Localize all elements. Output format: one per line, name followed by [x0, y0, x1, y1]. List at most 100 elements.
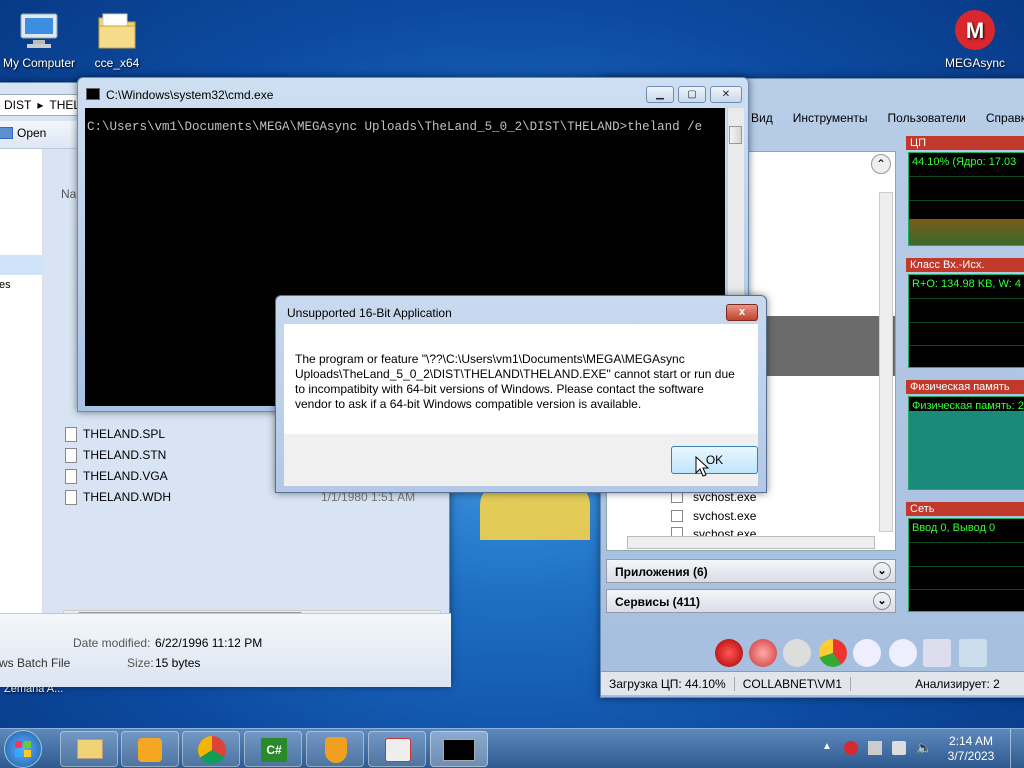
tools-icon[interactable] [783, 639, 811, 667]
close-button[interactable]: x [726, 304, 758, 321]
monitor-icon[interactable] [892, 741, 906, 755]
graphs-panel: ЦП 44.10% (Ядро: 17.03 Класс Вх.-Исх. R+… [906, 134, 1024, 644]
folder-icon [95, 8, 139, 52]
start-button[interactable] [4, 730, 42, 768]
network-icon[interactable] [868, 741, 882, 755]
list-item[interactable]: THELAND.VGA [65, 466, 168, 486]
column-header-name[interactable]: Na [61, 187, 76, 201]
volume-icon[interactable]: 🔈 [916, 741, 932, 755]
list-item[interactable]: THELAND.WDH 1/1/1980 1:51 AM [65, 487, 415, 507]
taskbar-csharp[interactable]: C# [244, 731, 302, 767]
open-button[interactable]: Open [0, 126, 46, 140]
dialog-title: Unsupported 16-Bit Application [287, 306, 452, 320]
taskbar-media-player[interactable] [121, 731, 179, 767]
file-name: THELAND.SPL [83, 427, 166, 441]
taskbar-explorer[interactable] [60, 731, 118, 767]
pie-chart-icon[interactable] [819, 639, 847, 667]
taskbar-tools[interactable] [368, 731, 426, 767]
file-type: ws Batch File [0, 656, 71, 670]
gear-icon[interactable] [749, 639, 777, 667]
memory-graph-fill [909, 411, 1024, 489]
cpu-graph[interactable]: ЦП 44.10% (Ядро: 17.03 [906, 136, 1024, 248]
horizontal-scrollbar[interactable] [627, 536, 875, 549]
svg-text:M: M [966, 18, 984, 43]
category-label: Приложения (6) [615, 565, 708, 579]
memory-graph[interactable]: Физическая память Физическая память: 2 [906, 380, 1024, 492]
monitor-icon[interactable] [959, 639, 987, 667]
megasync-tray-icon[interactable] [844, 741, 858, 755]
minimize-button[interactable]: ▁ [646, 86, 674, 103]
open-icon [0, 127, 13, 139]
file-name: THELAND.VGA [83, 469, 168, 483]
file-name: THELAND.WDH [83, 490, 172, 504]
network-graph[interactable]: Сеть Ввод 0, Вывод 0 [906, 502, 1024, 614]
computer-icon [17, 8, 61, 52]
nav-item-label[interactable]: es [0, 279, 11, 291]
navigation-pane[interactable]: es [0, 149, 43, 613]
ok-button[interactable]: OK [671, 446, 758, 474]
graph-title: ЦП [906, 136, 1024, 150]
vertical-scrollbar[interactable] [879, 192, 893, 532]
process-icon [671, 510, 683, 522]
collapse-icon[interactable]: ⌃ [871, 154, 891, 174]
maximize-button[interactable]: ▢ [678, 86, 706, 103]
chevron-down-icon[interactable]: ⌄ [873, 562, 891, 580]
clock-date: 3/7/2023 [947, 749, 995, 763]
grid-line [909, 542, 1024, 543]
list-item[interactable]: THELAND.STN [65, 445, 166, 465]
graph-title: Физическая память [906, 380, 1024, 394]
status-analyzing: Анализирует: 2 [915, 676, 1000, 691]
size-value: 15 bytes [155, 656, 201, 670]
shield-icon [325, 737, 347, 763]
graph-title: Класс Вх.-Исх. [906, 258, 1024, 272]
windows-logo-icon [15, 741, 31, 757]
desktop-icon-megasync[interactable]: M MEGAsync [930, 8, 1020, 70]
list-item[interactable]: THELAND.SPL [65, 424, 165, 444]
graph-readout: Ввод 0, Вывод 0 [912, 522, 996, 534]
menu-item-view[interactable]: Вид [751, 111, 773, 131]
nav-selected-item[interactable] [0, 255, 43, 275]
scrollbar-thumb[interactable] [729, 126, 742, 144]
graph-screen: Физическая память: 2 [908, 396, 1024, 490]
breadcrumb-item[interactable]: DIST [4, 98, 31, 112]
dialog-button-bar: OK [284, 434, 758, 486]
category-applications[interactable]: Приложения (6) ⌄ [606, 559, 896, 583]
grid-line [909, 176, 1024, 177]
clock-time: 2:14 AM [948, 734, 994, 748]
io-graph[interactable]: Класс Вх.-Исх. R+O: 134.98 KB, W: 4 [906, 258, 1024, 370]
clock[interactable]: 2:14 AM 3/7/2023 [942, 734, 1000, 764]
open-label: Open [17, 126, 47, 140]
status-user: COLLABNET\VM1 [735, 676, 852, 691]
graph-readout: R+O: 134.98 KB, W: 4 [912, 278, 1021, 290]
process-name: svchost.exe [693, 509, 757, 523]
graph-title: Сеть [906, 502, 1024, 516]
window-title: C:\Windows\system32\cmd.exe [106, 88, 274, 102]
chevron-down-icon[interactable]: ⌄ [873, 592, 891, 610]
ccleaner-icon[interactable] [715, 639, 743, 667]
desktop-icon-cce-x64[interactable]: cce_x64 [72, 8, 162, 70]
status-bar: Загрузка ЦП: 44.10% COLLABNET\VM1 Анализ… [601, 671, 1024, 695]
taskbar-shield[interactable] [306, 731, 364, 767]
media-player-icon [138, 738, 162, 762]
taskbar-chrome[interactable] [182, 731, 240, 767]
tools-icon [385, 738, 411, 762]
search-icon[interactable] [889, 639, 917, 667]
magnifier-icon[interactable] [853, 639, 881, 667]
chevron-up-icon[interactable]: ▲ [822, 741, 836, 755]
file-icon [65, 447, 77, 463]
taskbar-cmd[interactable] [430, 731, 488, 767]
table-row[interactable]: svchost.exe [671, 509, 756, 523]
category-services[interactable]: Сервисы (411) ⌄ [606, 589, 896, 613]
error-dialog[interactable]: Unsupported 16-Bit Application x The pro… [275, 295, 767, 493]
grid-line [909, 345, 1024, 346]
graph-readout: 44.10% (Ядро: 17.03 [912, 156, 1017, 168]
window-icon[interactable] [923, 639, 951, 667]
cmd-icon [443, 739, 475, 761]
menu-item-tools[interactable]: Инструменты [793, 111, 868, 131]
menu-item-users[interactable]: Пользователи [888, 111, 966, 131]
menu-item-help[interactable]: Справка [986, 111, 1024, 131]
close-button[interactable]: ✕ [710, 86, 742, 103]
show-desktop-button[interactable] [1010, 729, 1024, 768]
grid-line [909, 566, 1024, 567]
file-icon [65, 489, 77, 505]
